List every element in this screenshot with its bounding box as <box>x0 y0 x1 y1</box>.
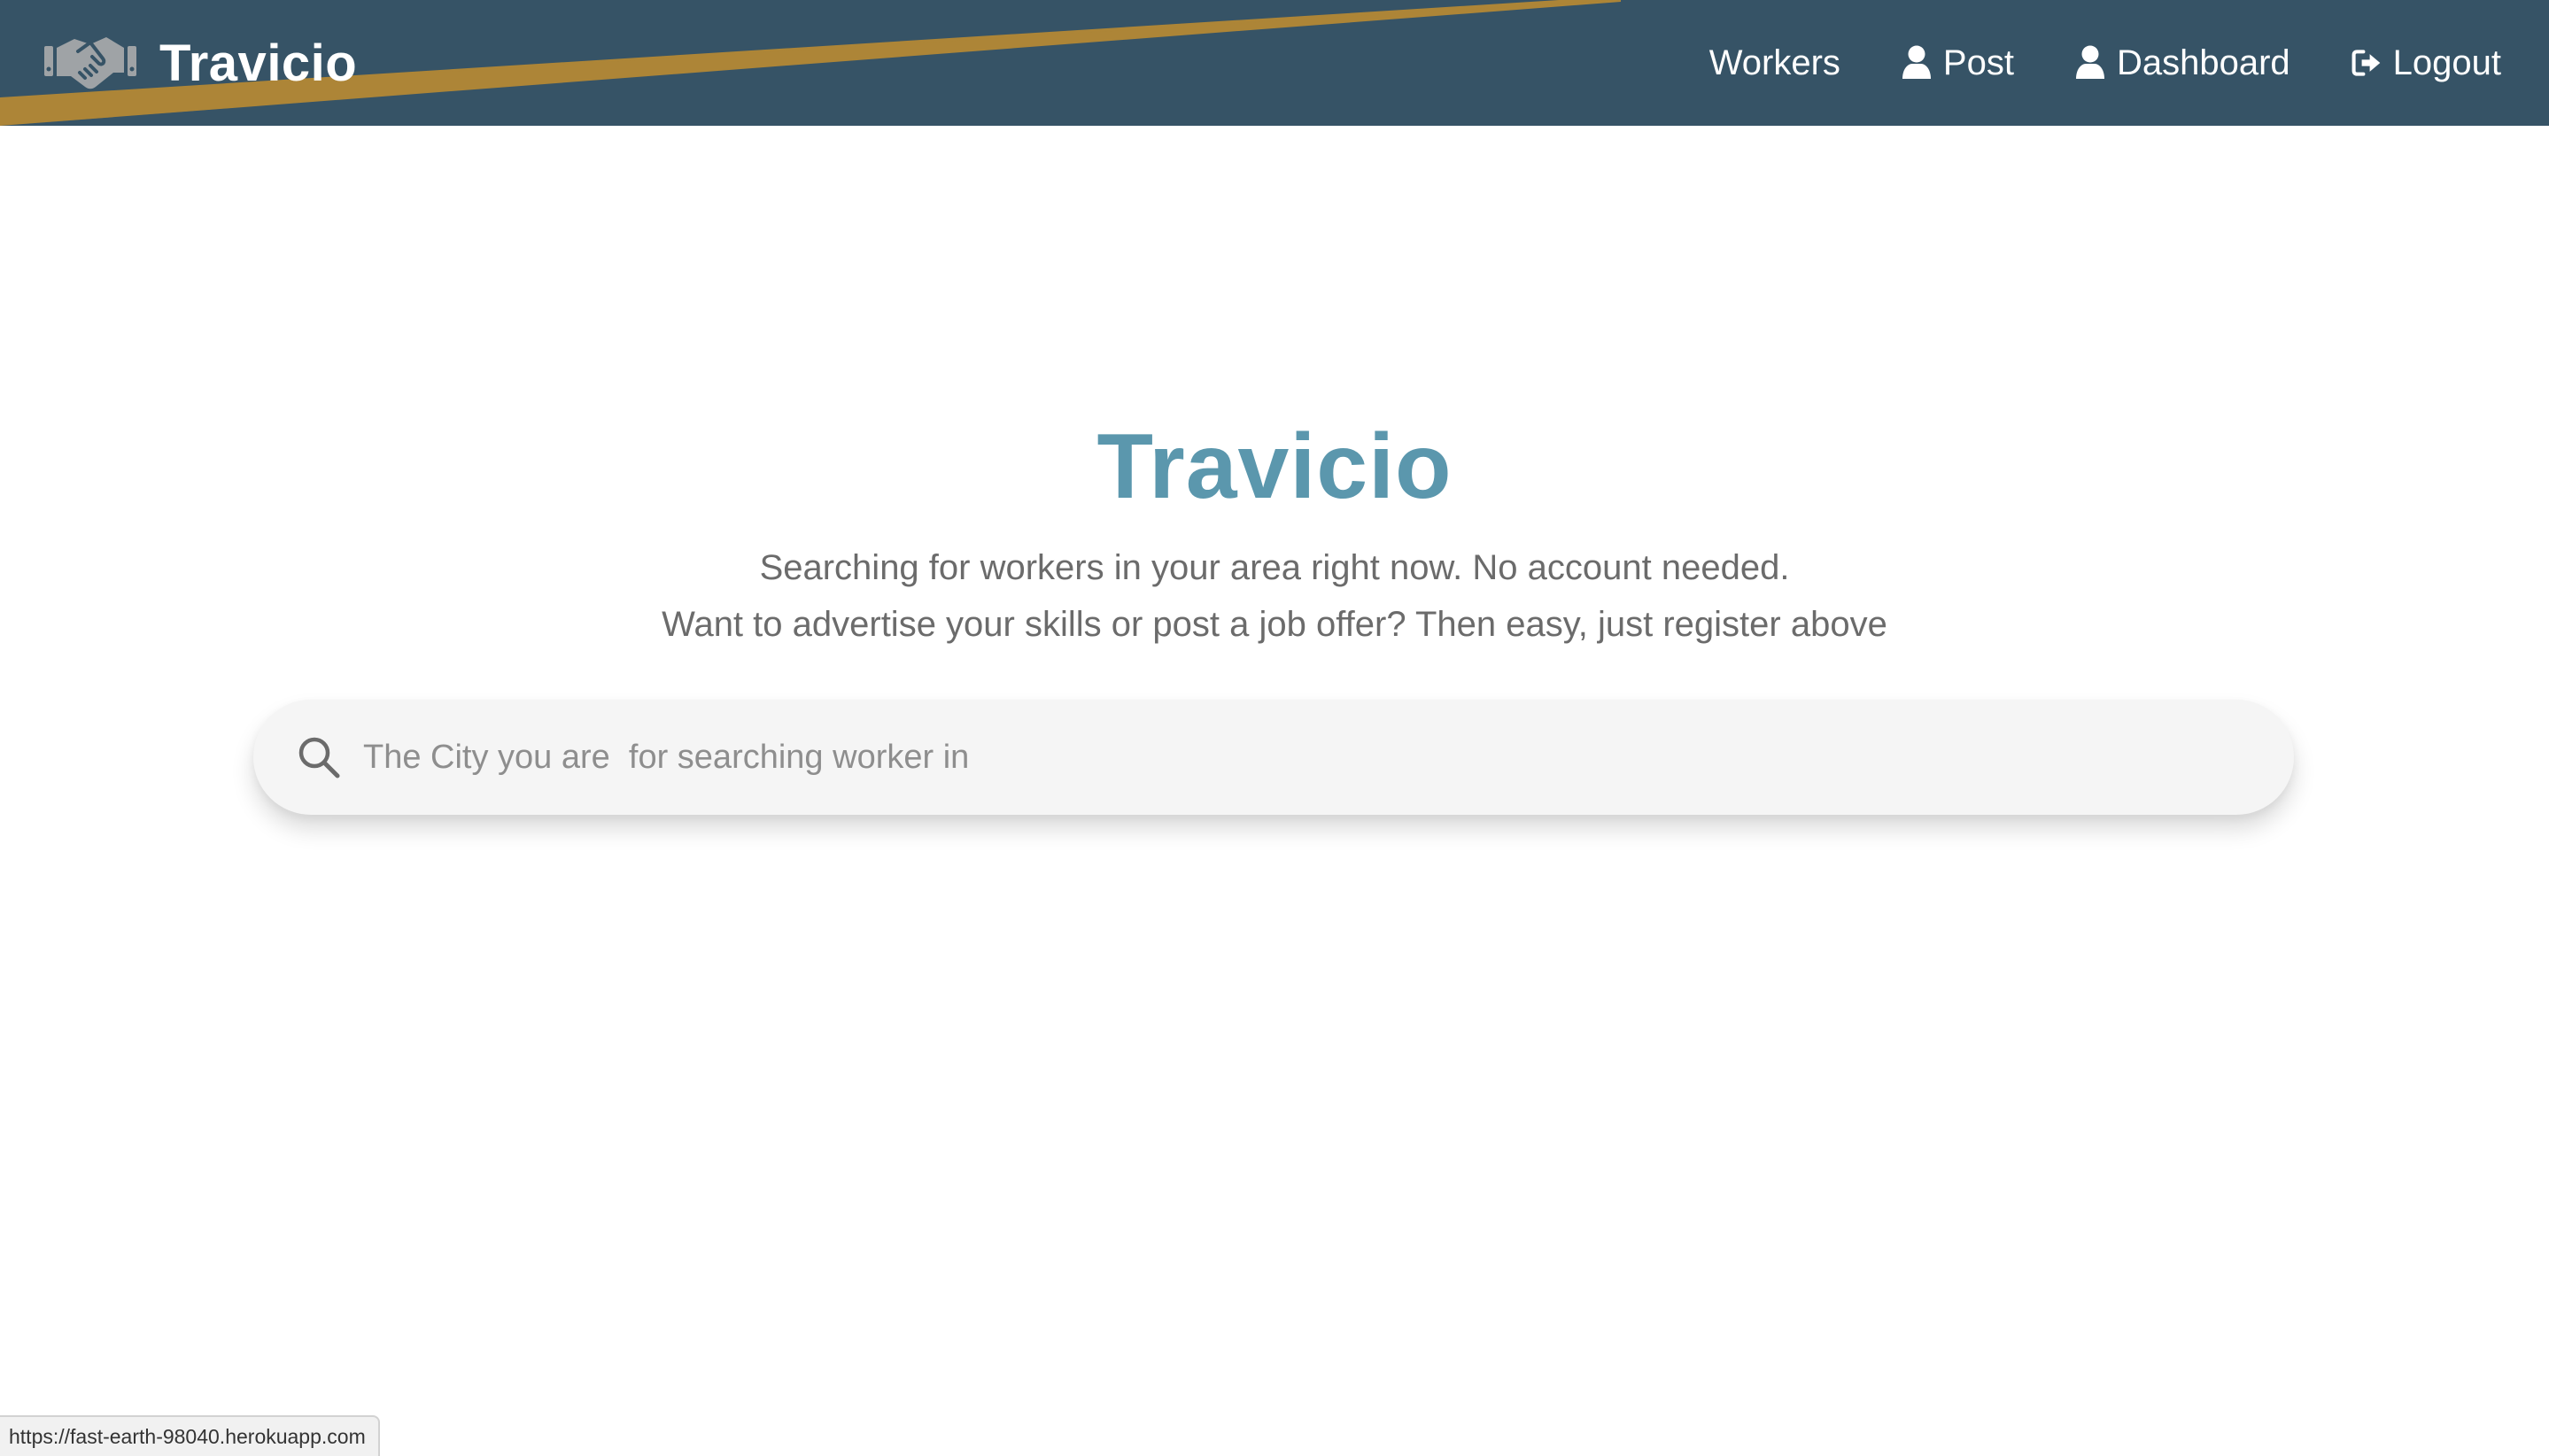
browser-status-bar: https://fast-earth-98040.herokuapp.com <box>0 1415 380 1456</box>
city-search-input[interactable] <box>363 700 2294 815</box>
nav-link-logout-label: Logout <box>2392 43 2501 82</box>
nav-link-workers-label: Workers <box>1708 43 1840 82</box>
sign-out-icon <box>2351 50 2380 76</box>
brand-name: Travicio <box>159 34 358 92</box>
nav-link-dashboard[interactable]: Dashboard <box>2074 43 2290 83</box>
nav-link-post[interactable]: Post <box>1901 43 2014 83</box>
user-icon <box>2075 45 2104 79</box>
hero-subtitle-line1: Searching for workers in your area right… <box>759 548 1790 587</box>
handshake-icon <box>44 37 136 89</box>
city-search-bar[interactable] <box>253 700 2294 815</box>
nav-links: Workers Post Dashboard Logout <box>1649 0 2501 126</box>
hero-subtitle-line2: Want to advertise your skills or post a … <box>662 605 1887 644</box>
nav-link-post-label: Post <box>1942 43 2014 82</box>
search-icon <box>298 737 340 778</box>
page-title: Travicio <box>1096 415 1453 518</box>
top-navbar: Travicio Workers Post Dashboard Logout <box>0 0 2549 126</box>
nav-link-workers[interactable]: Workers <box>1709 43 1840 83</box>
user-icon <box>1902 45 1931 79</box>
brand-link[interactable]: Travicio <box>44 23 357 103</box>
nav-link-logout[interactable]: Logout <box>2351 43 2501 83</box>
nav-link-dashboard-label: Dashboard <box>2116 43 2290 82</box>
